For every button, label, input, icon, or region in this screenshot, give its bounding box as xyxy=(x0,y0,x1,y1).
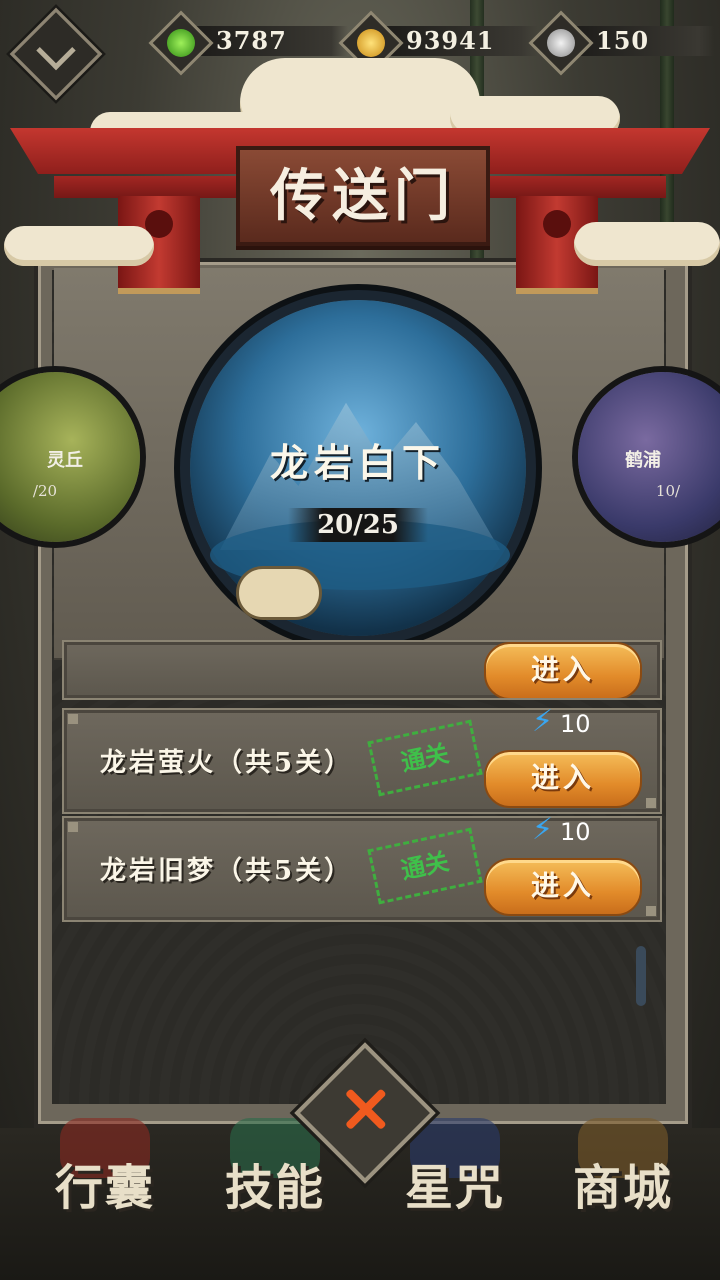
cleared-stamp: 通关 xyxy=(367,719,483,797)
page-title: 传送门 xyxy=(270,163,456,229)
enter-button[interactable]: 进入 xyxy=(484,750,642,808)
coin-currency: 93941 xyxy=(338,10,538,76)
cleared-stamp: 通关 xyxy=(367,827,483,905)
coin-value: 93941 xyxy=(406,26,495,55)
nav-stars[interactable]: 星咒 xyxy=(380,1118,530,1218)
close-icon xyxy=(344,1087,387,1130)
nav-shop-label: 商城 xyxy=(572,1160,673,1216)
lightning-icon: ⚡ xyxy=(532,812,554,847)
nav-stars-label: 星咒 xyxy=(404,1160,505,1216)
nav-skills[interactable]: 技能 xyxy=(200,1118,350,1218)
nav-skills-label: 技能 xyxy=(224,1160,325,1216)
chevron-down-icon xyxy=(36,30,76,71)
portal-current-progress: 20/25 xyxy=(288,508,428,542)
energy-cost-value: 10 xyxy=(560,710,591,738)
stage-row-partial: 进入 xyxy=(62,640,662,700)
stage-row: 龙岩萤火（共5关） 通关 ⚡ 10 进入 xyxy=(62,704,662,814)
silver-currency: 150 xyxy=(528,10,714,76)
enter-button-partial[interactable]: 进入 xyxy=(484,642,642,698)
jade-currency: 3787 xyxy=(148,10,348,76)
cloud-decoration xyxy=(574,222,720,266)
stage-name: 龙岩旧梦（共5关） xyxy=(100,856,354,886)
portal-left-progress: /20 xyxy=(32,482,58,500)
portal-right-name: 鹤浦 xyxy=(625,450,661,471)
stage-name: 龙岩萤火（共5关） xyxy=(100,748,354,778)
nav-bag-label: 行囊 xyxy=(54,1160,155,1216)
portal-current-name: 龙岩白下 xyxy=(269,440,446,485)
cloud-swirl-icon xyxy=(236,566,322,620)
scrollbar[interactable] xyxy=(636,946,646,1006)
jade-value: 3787 xyxy=(216,26,287,55)
energy-cost-value: 10 xyxy=(560,818,591,846)
nav-bag[interactable]: 行囊 xyxy=(30,1118,180,1218)
nav-shop[interactable]: 商城 xyxy=(548,1118,698,1218)
portal-left-name: 灵丘 xyxy=(47,450,83,471)
title-plate: 传送门 xyxy=(236,146,490,246)
enter-button[interactable]: 进入 xyxy=(484,858,642,916)
portal-right-progress: 10/ xyxy=(655,482,681,500)
cloud-decoration xyxy=(4,226,154,266)
stage-row: 龙岩旧梦（共5关） 通关 ⚡ 10 进入 xyxy=(62,812,662,922)
lightning-icon: ⚡ xyxy=(532,704,554,739)
silver-value: 150 xyxy=(596,26,650,55)
